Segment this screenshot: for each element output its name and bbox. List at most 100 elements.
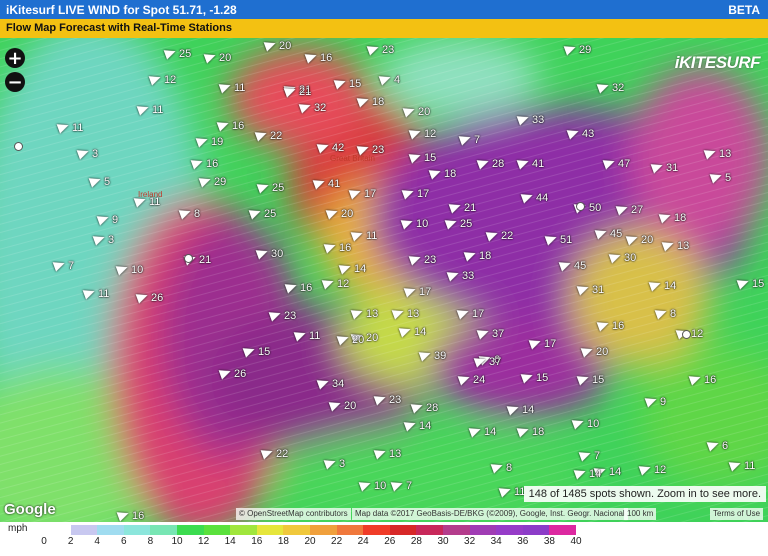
- wind-map[interactable]: + − iKITESURF Great Britain Ireland 25 20…: [0, 38, 768, 522]
- wind-station[interactable]: 23: [366, 42, 394, 56]
- wind-station[interactable]: 8: [178, 206, 200, 220]
- wind-station[interactable]: 25: [248, 206, 276, 220]
- spot-marker[interactable]: [14, 142, 23, 151]
- wind-station[interactable]: 43: [566, 126, 594, 140]
- wind-station[interactable]: 5: [709, 170, 731, 184]
- wind-station[interactable]: 16: [304, 50, 332, 64]
- wind-station[interactable]: 18: [516, 424, 544, 438]
- wind-station[interactable]: 14: [398, 324, 426, 338]
- wind-station[interactable]: 34: [316, 376, 344, 390]
- wind-station[interactable]: 20: [328, 398, 356, 412]
- wind-station[interactable]: 13: [391, 306, 419, 320]
- wind-station[interactable]: 11: [133, 194, 160, 208]
- wind-station[interactable]: 33: [446, 268, 474, 282]
- osm-attribution[interactable]: © OpenStreetMap contributors: [236, 508, 351, 520]
- wind-station[interactable]: 39: [418, 348, 446, 362]
- wind-station[interactable]: 4: [378, 72, 400, 86]
- wind-station[interactable]: 21: [448, 200, 476, 214]
- wind-station[interactable]: 22: [260, 446, 288, 460]
- wind-station[interactable]: 17: [403, 284, 431, 298]
- wind-station[interactable]: 14: [468, 424, 496, 438]
- wind-station[interactable]: 20: [263, 38, 291, 52]
- wind-station[interactable]: 26: [135, 290, 163, 304]
- wind-station[interactable]: 14: [338, 261, 366, 275]
- wind-station[interactable]: 23: [356, 142, 384, 156]
- wind-station[interactable]: 41: [516, 156, 544, 170]
- wind-station[interactable]: 13: [350, 306, 378, 320]
- wind-station[interactable]: 32: [596, 80, 624, 94]
- spot-marker[interactable]: [682, 330, 691, 339]
- wind-station[interactable]: 20: [336, 332, 364, 346]
- wind-station[interactable]: 31: [650, 160, 678, 174]
- wind-station[interactable]: 9: [644, 394, 666, 408]
- wind-station[interactable]: 13: [661, 238, 689, 252]
- wind-station[interactable]: 5: [88, 174, 110, 188]
- wind-station[interactable]: 22: [254, 128, 282, 142]
- wind-station[interactable]: 20: [402, 104, 430, 118]
- wind-station[interactable]: 17: [401, 186, 429, 200]
- wind-station[interactable]: 33: [516, 112, 544, 126]
- wind-station[interactable]: 30: [608, 250, 636, 264]
- wind-station[interactable]: 23: [268, 308, 296, 322]
- terms-link[interactable]: Terms of Use: [710, 508, 764, 520]
- wind-station[interactable]: 19: [195, 134, 223, 148]
- wind-station[interactable]: 20: [625, 232, 653, 246]
- wind-station[interactable]: 3: [76, 146, 98, 160]
- wind-station[interactable]: 16: [596, 318, 624, 332]
- wind-station[interactable]: 29: [563, 42, 591, 56]
- wind-station[interactable]: 20: [203, 50, 231, 64]
- wind-station[interactable]: 10: [358, 478, 386, 492]
- spot-marker[interactable]: [576, 202, 585, 211]
- wind-station[interactable]: 31: [576, 282, 604, 296]
- wind-station[interactable]: 14: [506, 402, 534, 416]
- wind-station[interactable]: 41: [312, 176, 340, 190]
- wind-station[interactable]: 16: [688, 372, 716, 386]
- wind-station[interactable]: 20: [580, 344, 608, 358]
- wind-station[interactable]: 18: [356, 94, 384, 108]
- zoom-out-button[interactable]: −: [5, 72, 25, 92]
- wind-station[interactable]: 9: [96, 212, 118, 226]
- wind-station[interactable]: 16: [323, 240, 351, 254]
- wind-station[interactable]: 23: [373, 392, 401, 406]
- wind-station[interactable]: 28: [476, 156, 504, 170]
- wind-station[interactable]: 25: [256, 180, 284, 194]
- wind-station[interactable]: 14: [403, 418, 431, 432]
- wind-station[interactable]: 26: [218, 366, 246, 380]
- wind-station[interactable]: 11: [498, 484, 525, 498]
- wind-station[interactable]: 3: [323, 456, 345, 470]
- wind-station[interactable]: 21: [283, 84, 311, 98]
- wind-station[interactable]: 6: [706, 438, 728, 452]
- wind-station[interactable]: 14: [573, 466, 601, 480]
- wind-station[interactable]: 14: [648, 278, 676, 292]
- wind-station[interactable]: 24: [457, 372, 485, 386]
- wind-station[interactable]: 20: [325, 206, 353, 220]
- wind-station[interactable]: 15: [408, 150, 436, 164]
- wind-station[interactable]: 12: [408, 126, 436, 140]
- wind-station[interactable]: 25: [444, 216, 472, 230]
- wind-station[interactable]: 17: [456, 306, 484, 320]
- wind-station[interactable]: 7: [578, 448, 600, 462]
- wind-station[interactable]: 3: [92, 232, 114, 246]
- wind-station[interactable]: 12: [148, 72, 176, 86]
- map-scale[interactable]: 100 km: [624, 508, 657, 520]
- spot-marker[interactable]: [184, 254, 193, 263]
- wind-station[interactable]: 44: [520, 190, 548, 204]
- wind-station[interactable]: 51: [544, 232, 572, 246]
- wind-station[interactable]: 37: [473, 354, 501, 368]
- wind-station[interactable]: 11: [218, 80, 245, 94]
- wind-station[interactable]: 7: [458, 132, 480, 146]
- wind-station[interactable]: 15: [736, 276, 764, 290]
- wind-station[interactable]: 29: [198, 174, 226, 188]
- wind-station[interactable]: 10: [571, 416, 599, 430]
- wind-station[interactable]: 18: [658, 210, 686, 224]
- wind-station[interactable]: 15: [242, 344, 270, 358]
- wind-station[interactable]: 11: [56, 120, 83, 134]
- wind-station[interactable]: 10: [115, 262, 143, 276]
- wind-station[interactable]: 23: [408, 252, 436, 266]
- wind-station[interactable]: 8: [654, 306, 676, 320]
- wind-station[interactable]: 7: [52, 258, 74, 272]
- wind-station[interactable]: 17: [528, 336, 556, 350]
- wind-station[interactable]: 32: [298, 100, 326, 114]
- wind-station[interactable]: 7: [390, 478, 412, 492]
- wind-station[interactable]: 13: [373, 446, 401, 460]
